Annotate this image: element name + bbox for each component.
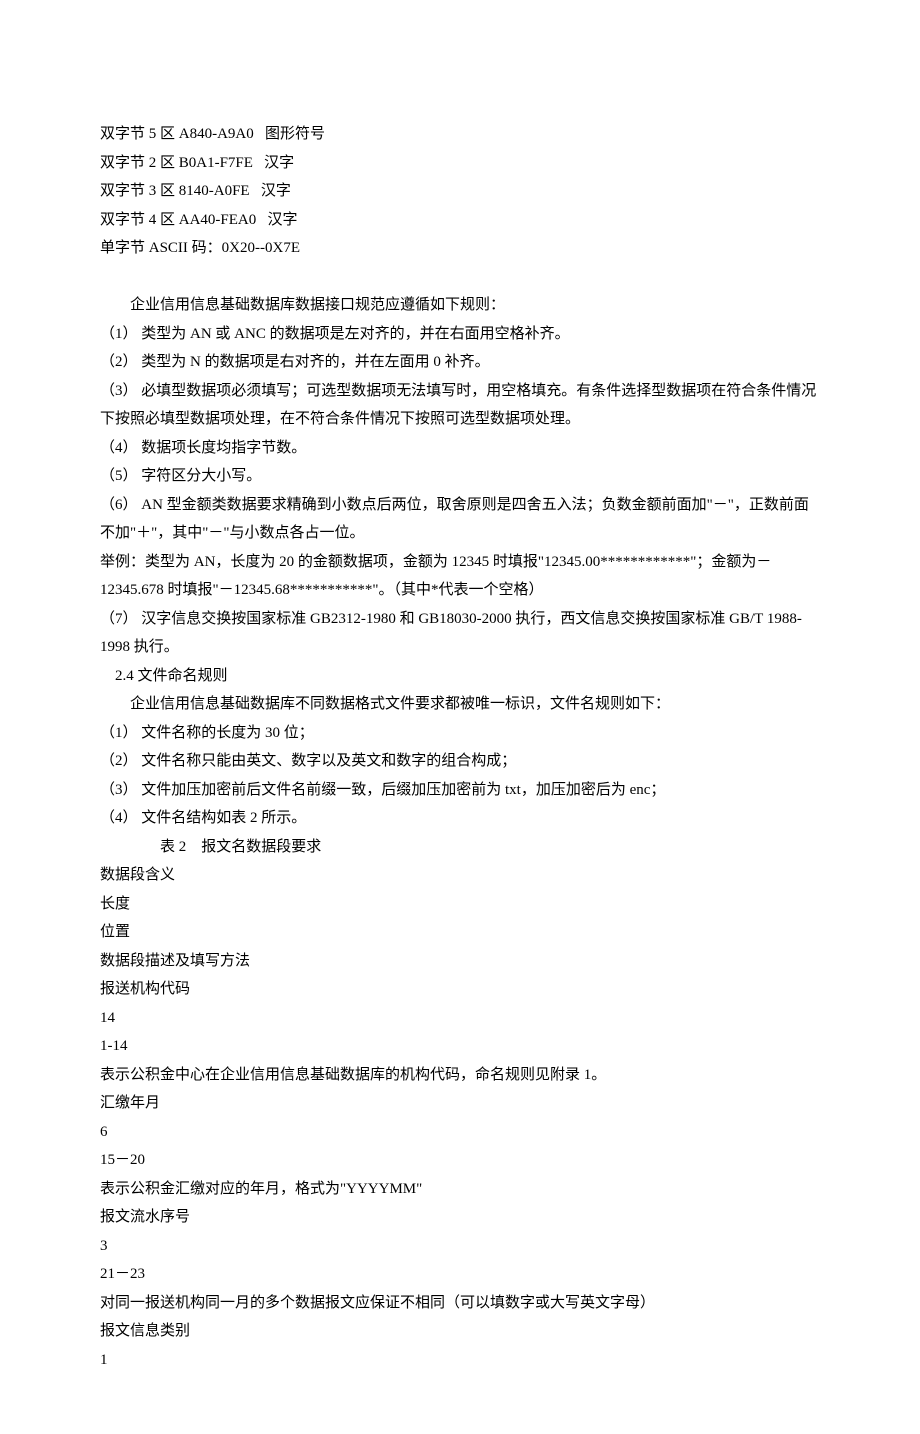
file-naming-intro: 企业信用信息基础数据库不同数据格式文件要求都被唯一标识，文件名规则如下： xyxy=(100,690,820,719)
table-header-description: 数据段描述及填写方法 xyxy=(100,947,820,976)
row3-length: 3 xyxy=(100,1232,820,1261)
row3-description: 对同一报送机构同一月的多个数据报文应保证不相同（可以填数字或大写英文字母） xyxy=(100,1289,820,1318)
rule-5: （5） 字符区分大小写。 xyxy=(100,462,820,491)
row1-position: 1-14 xyxy=(100,1032,820,1061)
byte-zone-4: 双字节 4 区 AA40-FEA0 汉字 xyxy=(100,206,820,235)
file-rule-3: （3） 文件加压加密前后文件名前缀一致，后缀加压加密前为 txt，加压加密后为 … xyxy=(100,776,820,805)
row1-description: 表示公积金中心在企业信用信息基础数据库的机构代码，命名规则见附录 1。 xyxy=(100,1061,820,1090)
table-header-meaning: 数据段含义 xyxy=(100,861,820,890)
rule-2: （2） 类型为 N 的数据项是右对齐的，并在左面用 0 补齐。 xyxy=(100,348,820,377)
rule-example: 举例：类型为 AN，长度为 20 的金额数据项，金额为 12345 时填报"12… xyxy=(100,548,820,605)
row4-length: 1 xyxy=(100,1346,820,1375)
table-header-position: 位置 xyxy=(100,918,820,947)
ascii-line: 单字节 ASCII 码：0X20--0X7E xyxy=(100,234,820,263)
table-header-length: 长度 xyxy=(100,890,820,919)
row2-position: 15－20 xyxy=(100,1146,820,1175)
row1-length: 14 xyxy=(100,1004,820,1033)
rules-intro: 企业信用信息基础数据库数据接口规范应遵循如下规则： xyxy=(100,291,820,320)
section-2-4-heading: 2.4 文件命名规则 xyxy=(100,662,820,691)
row2-description: 表示公积金汇缴对应的年月，格式为"YYYYMM" xyxy=(100,1175,820,1204)
rule-6: （6） AN 型金额类数据要求精确到小数点后两位，取舍原则是四舍五入法；负数金额… xyxy=(100,491,820,548)
rule-7: （7） 汉字信息交换按国家标准 GB2312-1980 和 GB18030-20… xyxy=(100,605,820,662)
row3-position: 21－23 xyxy=(100,1260,820,1289)
byte-zone-5: 双字节 5 区 A840-A9A0 图形符号 xyxy=(100,120,820,149)
byte-zone-2: 双字节 2 区 B0A1-F7FE 汉字 xyxy=(100,149,820,178)
rule-1: （1） 类型为 AN 或 ANC 的数据项是左对齐的，并在右面用空格补齐。 xyxy=(100,320,820,349)
row4-meaning: 报文信息类别 xyxy=(100,1317,820,1346)
blank-line xyxy=(100,263,820,292)
table-2-caption: 表 2 报文名数据段要求 xyxy=(100,833,820,862)
file-rule-2: （2） 文件名称只能由英文、数字以及英文和数字的组合构成； xyxy=(100,747,820,776)
row2-meaning: 汇缴年月 xyxy=(100,1089,820,1118)
byte-zone-3: 双字节 3 区 8140-A0FE 汉字 xyxy=(100,177,820,206)
file-rule-1: （1） 文件名称的长度为 30 位； xyxy=(100,719,820,748)
row3-meaning: 报文流水序号 xyxy=(100,1203,820,1232)
row2-length: 6 xyxy=(100,1118,820,1147)
rule-3: （3） 必填型数据项必须填写；可选型数据项无法填写时，用空格填充。有条件选择型数… xyxy=(100,377,820,434)
file-rule-4: （4） 文件名结构如表 2 所示。 xyxy=(100,804,820,833)
rule-4: （4） 数据项长度均指字节数。 xyxy=(100,434,820,463)
row1-meaning: 报送机构代码 xyxy=(100,975,820,1004)
